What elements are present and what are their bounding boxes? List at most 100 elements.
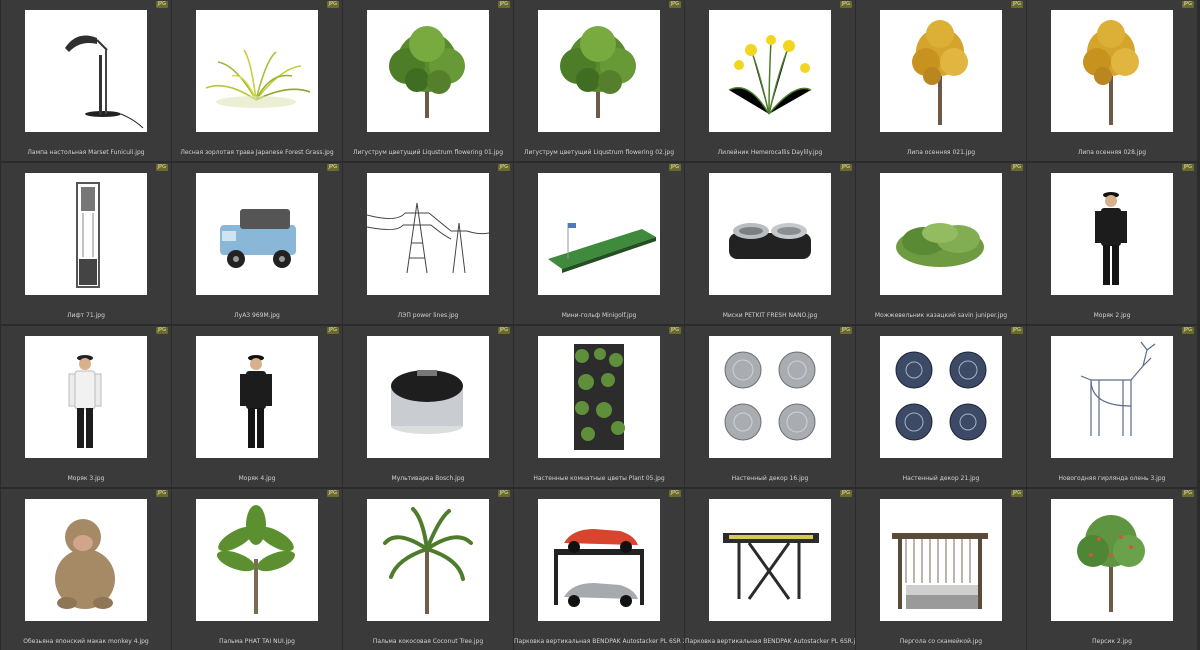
file-name: Лифт 71.jpg xyxy=(67,312,105,319)
file-type-badge: JPG xyxy=(668,1,681,8)
thumbnail-item[interactable]: JPG Лесная зорлотая трава Japanese Forest… xyxy=(172,0,342,161)
thumbnail-item[interactable]: JPG Обезьяна японский макак monkey 4.jpg xyxy=(1,489,171,650)
thumbnail-item[interactable]: JPG Лампа настольная Marset Funiculi.jpg xyxy=(1,0,171,161)
file-name: Парковка вертикальная BENDPAK Autostacke… xyxy=(685,638,855,645)
daylily-icon xyxy=(709,10,831,132)
file-name: Моряк 3.jpg xyxy=(67,475,105,482)
power-line-icon xyxy=(367,173,489,295)
file-type-badge: JPG xyxy=(326,1,339,8)
thumbnail-item[interactable]: JPG Можжевельник казацкий savin juniper.j… xyxy=(856,163,1026,324)
file-type-badge: JPG xyxy=(155,327,168,334)
file-type-badge: JPG xyxy=(1181,164,1194,171)
file-type-badge: JPG xyxy=(1181,327,1194,334)
file-type-badge: JPG xyxy=(497,164,510,171)
file-name: Миски PETKIT FRESH NANO.jpg xyxy=(722,312,818,319)
file-name: Мини-гольф Minigolf.jpg xyxy=(561,312,637,319)
thumbnail-item[interactable]: JPG Мини-гольф Minigolf.jpg xyxy=(514,163,684,324)
file-type-badge: JPG xyxy=(497,327,510,334)
multicooker-icon xyxy=(367,336,489,458)
file-type-badge: JPG xyxy=(1010,1,1023,8)
bush-icon xyxy=(538,10,660,132)
file-type-badge: JPG xyxy=(326,164,339,171)
file-name: Новогодняя гирлянда олень 3.jpg xyxy=(1058,475,1166,482)
car-lift-icon xyxy=(538,499,660,621)
file-type-badge: JPG xyxy=(497,490,510,497)
thumbnail-item[interactable]: JPG Пальма PHAT TAI NUI.jpg xyxy=(172,489,342,650)
file-name: ЛуАЗ 969М.jpg xyxy=(234,312,280,319)
file-type-badge: JPG xyxy=(155,164,168,171)
file-type-badge: JPG xyxy=(326,490,339,497)
file-name: Моряк 4.jpg xyxy=(238,475,276,482)
coconut-palm-icon xyxy=(367,499,489,621)
thumbnail-item[interactable]: JPG Парковка вертикальная BENDPAK Autosta… xyxy=(514,489,684,650)
file-type-badge: JPG xyxy=(839,1,852,8)
thumbnail-item[interactable]: JPG Новогодняя гирлянда олень 3.jpg xyxy=(1027,326,1197,487)
wall-plant-icon xyxy=(538,336,660,458)
file-name: Лигуструм цветущий Liqustrum flowering 0… xyxy=(352,149,504,156)
thumbnail-item[interactable]: JPG Пергола со скамейкой.jpg xyxy=(856,489,1026,650)
car-icon xyxy=(196,173,318,295)
file-type-badge: JPG xyxy=(668,164,681,171)
file-name: Настенные комнатные цветы Plant 05.jpg xyxy=(533,475,665,482)
file-name: Лигуструм цветущий Liqustrum flowering 0… xyxy=(523,149,675,156)
thumbnail-item[interactable]: JPG Парковка вертикальная BENDPAK Autosta… xyxy=(685,489,855,650)
file-type-badge: JPG xyxy=(839,164,852,171)
thumbnail-item[interactable]: JPG Лигуструм цветущий Liqustrum flowerin… xyxy=(514,0,684,161)
thumbnail-item[interactable]: JPG Миски PETKIT FRESH NANO.jpg xyxy=(685,163,855,324)
sailor-white-icon xyxy=(25,336,147,458)
monkey-icon xyxy=(25,499,147,621)
file-type-badge: JPG xyxy=(668,490,681,497)
file-name: Лилейник Hemerocallis Daylily.jpg xyxy=(717,149,823,156)
thumbnail-item[interactable]: JPG Моряк 3.jpg xyxy=(1,326,171,487)
pergola-icon xyxy=(880,499,1002,621)
lamp-icon xyxy=(25,10,147,132)
file-name: Моряк 2.jpg xyxy=(1093,312,1131,319)
file-type-badge: JPG xyxy=(839,490,852,497)
minigolf-icon xyxy=(538,173,660,295)
elevator-icon xyxy=(25,173,147,295)
thumbnail-item[interactable]: JPG Лигуструм цветущий Liqustrum flowerin… xyxy=(343,0,513,161)
thumbnail-item[interactable]: JPG Настенный декор 16.jpg xyxy=(685,326,855,487)
thumbnail-grid: JPG Лампа настольная Marset Funiculi.jpg J… xyxy=(0,0,1200,650)
thumbnail-item[interactable]: JPG Мультиварка Bosch.jpg xyxy=(343,326,513,487)
thumbnail-item[interactable]: JPG Липа осенняя 028.jpg xyxy=(1027,0,1197,161)
thumbnail-item[interactable]: JPG Липа осенняя 021.jpg xyxy=(856,0,1026,161)
peach-tree-icon xyxy=(1051,499,1173,621)
grass-icon xyxy=(196,10,318,132)
file-name: Пальма PHAT TAI NUI.jpg xyxy=(219,638,295,645)
pet-bowl-icon xyxy=(709,173,831,295)
file-name: Лампа настольная Marset Funiculi.jpg xyxy=(27,149,145,156)
sailor-dark-icon xyxy=(1051,173,1173,295)
thumbnail-item[interactable]: JPG ЛЭП power lines.jpg xyxy=(343,163,513,324)
file-type-badge: JPG xyxy=(497,1,510,8)
scissor-lift-icon xyxy=(709,499,831,621)
wood-slice-dark-icon xyxy=(880,336,1002,458)
bush-icon xyxy=(367,10,489,132)
file-type-badge: JPG xyxy=(1010,327,1023,334)
file-type-badge: JPG xyxy=(1181,490,1194,497)
file-name: Пальма кокосовая Coconut Tree.jpg xyxy=(372,638,484,645)
file-type-badge: JPG xyxy=(668,327,681,334)
sailor-dark-icon xyxy=(196,336,318,458)
thumbnail-item[interactable]: JPG Настенные комнатные цветы Plant 05.jp… xyxy=(514,326,684,487)
thumbnail-item[interactable]: JPG Лифт 71.jpg xyxy=(1,163,171,324)
thumbnail-item[interactable]: JPG Моряк 2.jpg xyxy=(1027,163,1197,324)
thumbnail-item[interactable]: JPG Настенный декор 21.jpg xyxy=(856,326,1026,487)
thumbnail-item[interactable]: JPG Моряк 4.jpg xyxy=(172,326,342,487)
file-type-badge: JPG xyxy=(839,327,852,334)
file-name: Пергола со скамейкой.jpg xyxy=(899,638,983,645)
file-name: Липа осенняя 021.jpg xyxy=(906,149,976,156)
file-name: Можжевельник казацкий savin juniper.jpg xyxy=(874,312,1008,319)
thumbnail-item[interactable]: JPG Лилейник Hemerocallis Daylily.jpg xyxy=(685,0,855,161)
file-type-badge: JPG xyxy=(1010,490,1023,497)
file-name: Мультиварка Bosch.jpg xyxy=(391,475,465,482)
thumbnail-item[interactable]: JPG Пальма кокосовая Coconut Tree.jpg xyxy=(343,489,513,650)
file-type-badge: JPG xyxy=(155,490,168,497)
juniper-icon xyxy=(880,173,1002,295)
file-name: Липа осенняя 028.jpg xyxy=(1077,149,1147,156)
file-type-badge: JPG xyxy=(1181,1,1194,8)
autumn-tree-icon xyxy=(880,10,1002,132)
wood-slice-icon xyxy=(709,336,831,458)
thumbnail-item[interactable]: JPG Персик 2.jpg xyxy=(1027,489,1197,650)
thumbnail-item[interactable]: JPG ЛуАЗ 969М.jpg xyxy=(172,163,342,324)
